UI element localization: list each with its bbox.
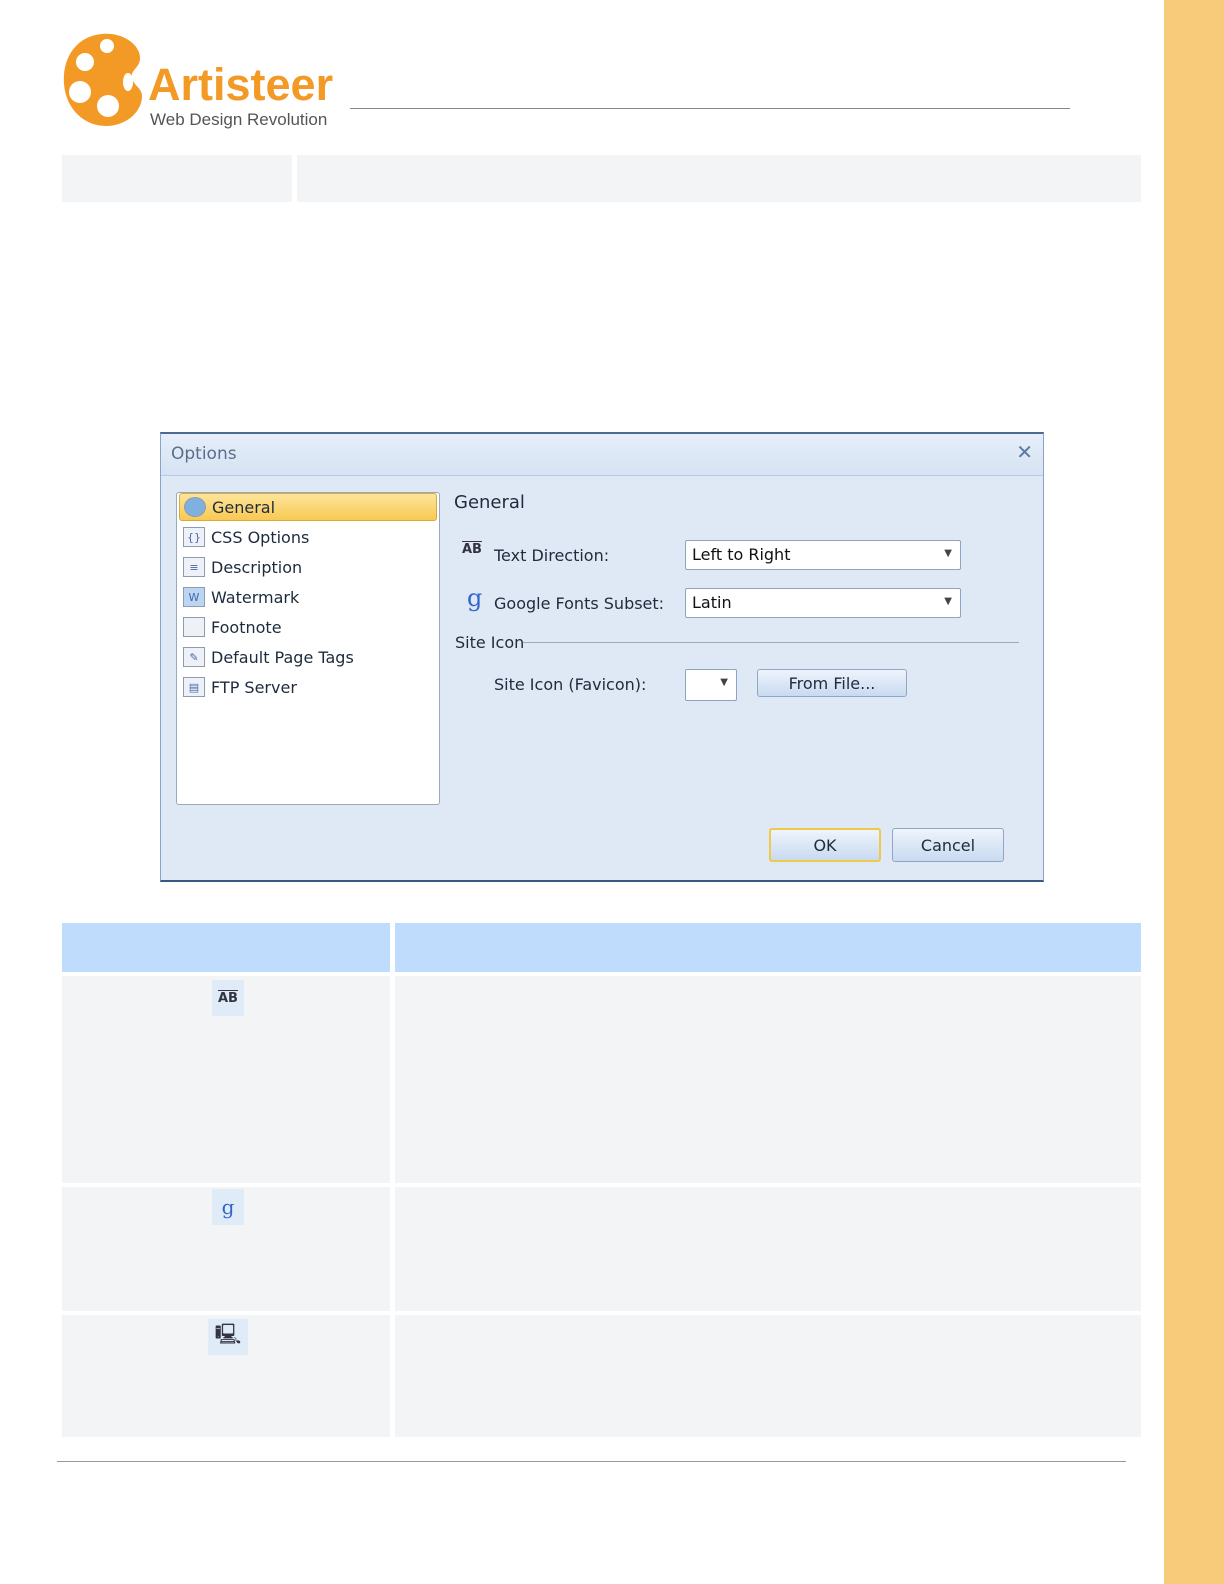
dialog-title: Options <box>171 444 237 464</box>
nav-item-description[interactable]: ≡ Description <box>179 553 437 581</box>
group-divider <box>523 642 1019 643</box>
artisteer-logo-icon <box>63 33 142 126</box>
select-value: Left to Right <box>692 545 791 564</box>
watermark-icon: W <box>183 587 205 607</box>
chevron-down-icon: ▼ <box>720 677 728 688</box>
google-fonts-label: Google Fonts Subset: <box>494 594 665 613</box>
text-direction-select[interactable]: Left to Right ▼ <box>685 540 961 570</box>
nav-label: Watermark <box>211 587 300 607</box>
chevron-down-icon: ▼ <box>944 548 952 559</box>
side-accent-strip <box>1164 0 1224 1584</box>
section-title: General <box>454 492 525 513</box>
nav-label: FTP Server <box>211 677 297 697</box>
select-value: Latin <box>692 593 732 612</box>
nav-label: Description <box>211 557 303 577</box>
description-icon: ≡ <box>183 557 205 577</box>
table-row: g <box>62 1187 390 1311</box>
header-cell <box>297 155 1141 202</box>
devices-icon: 🖳 <box>208 1319 248 1355</box>
favicon-label: Site Icon (Favicon): <box>494 675 647 694</box>
text-direction-icon: AB <box>462 542 482 557</box>
table-header-cell <box>395 923 1141 972</box>
css-icon: {} <box>183 527 205 547</box>
table-cell <box>395 1187 1141 1311</box>
ok-button[interactable]: OK <box>769 828 881 862</box>
close-icon[interactable]: ✕ <box>1016 440 1033 464</box>
google-fonts-select[interactable]: Latin ▼ <box>685 588 961 618</box>
nav-label: Default Page Tags <box>211 647 354 667</box>
nav-label: General <box>212 497 276 517</box>
nav-label: CSS Options <box>211 527 310 547</box>
globe-icon <box>184 497 206 517</box>
nav-item-general[interactable]: General <box>179 493 437 521</box>
dialog-title-bar: Options ✕ <box>161 434 1043 476</box>
table-row: AB <box>62 976 390 1183</box>
footnote-icon <box>183 617 205 637</box>
ftp-icon: ▤ <box>183 677 205 697</box>
nav-item-ftp-server[interactable]: ▤ FTP Server <box>179 673 437 701</box>
table-row: 🖳 <box>62 1315 390 1437</box>
brand-tagline: Web Design Revolution <box>150 110 328 129</box>
chevron-down-icon: ▼ <box>944 596 952 607</box>
site-icon-group-label: Site Icon <box>455 633 525 652</box>
brand-name: Artisteer <box>148 59 334 110</box>
table-header-cell <box>62 923 390 972</box>
nav-item-default-page-tags[interactable]: ✎ Default Page Tags <box>179 643 437 671</box>
table-cell <box>395 1315 1141 1437</box>
nav-item-css-options[interactable]: {} CSS Options <box>179 523 437 551</box>
google-fonts-icon: g <box>212 1189 244 1225</box>
table-cell <box>395 976 1141 1183</box>
google-fonts-icon: g <box>467 584 483 612</box>
nav-label: Footnote <box>211 617 282 637</box>
header-divider <box>350 108 1070 109</box>
header-cell <box>62 155 292 202</box>
text-direction-label: Text Direction: <box>494 546 610 565</box>
cancel-button[interactable]: Cancel <box>892 828 1004 862</box>
footer-divider <box>57 1461 1126 1462</box>
tags-icon: ✎ <box>183 647 205 667</box>
text-direction-icon: AB <box>212 980 244 1016</box>
favicon-select[interactable]: ▼ <box>685 669 737 701</box>
nav-item-footnote[interactable]: Footnote <box>179 613 437 641</box>
nav-item-watermark[interactable]: W Watermark <box>179 583 437 611</box>
options-nav-list: General {} CSS Options ≡ Description W Wate… <box>176 492 440 805</box>
options-dialog: Options ✕ General {} CSS Options ≡ Descrip… <box>160 432 1044 882</box>
from-file-button[interactable]: From File... <box>757 669 907 697</box>
